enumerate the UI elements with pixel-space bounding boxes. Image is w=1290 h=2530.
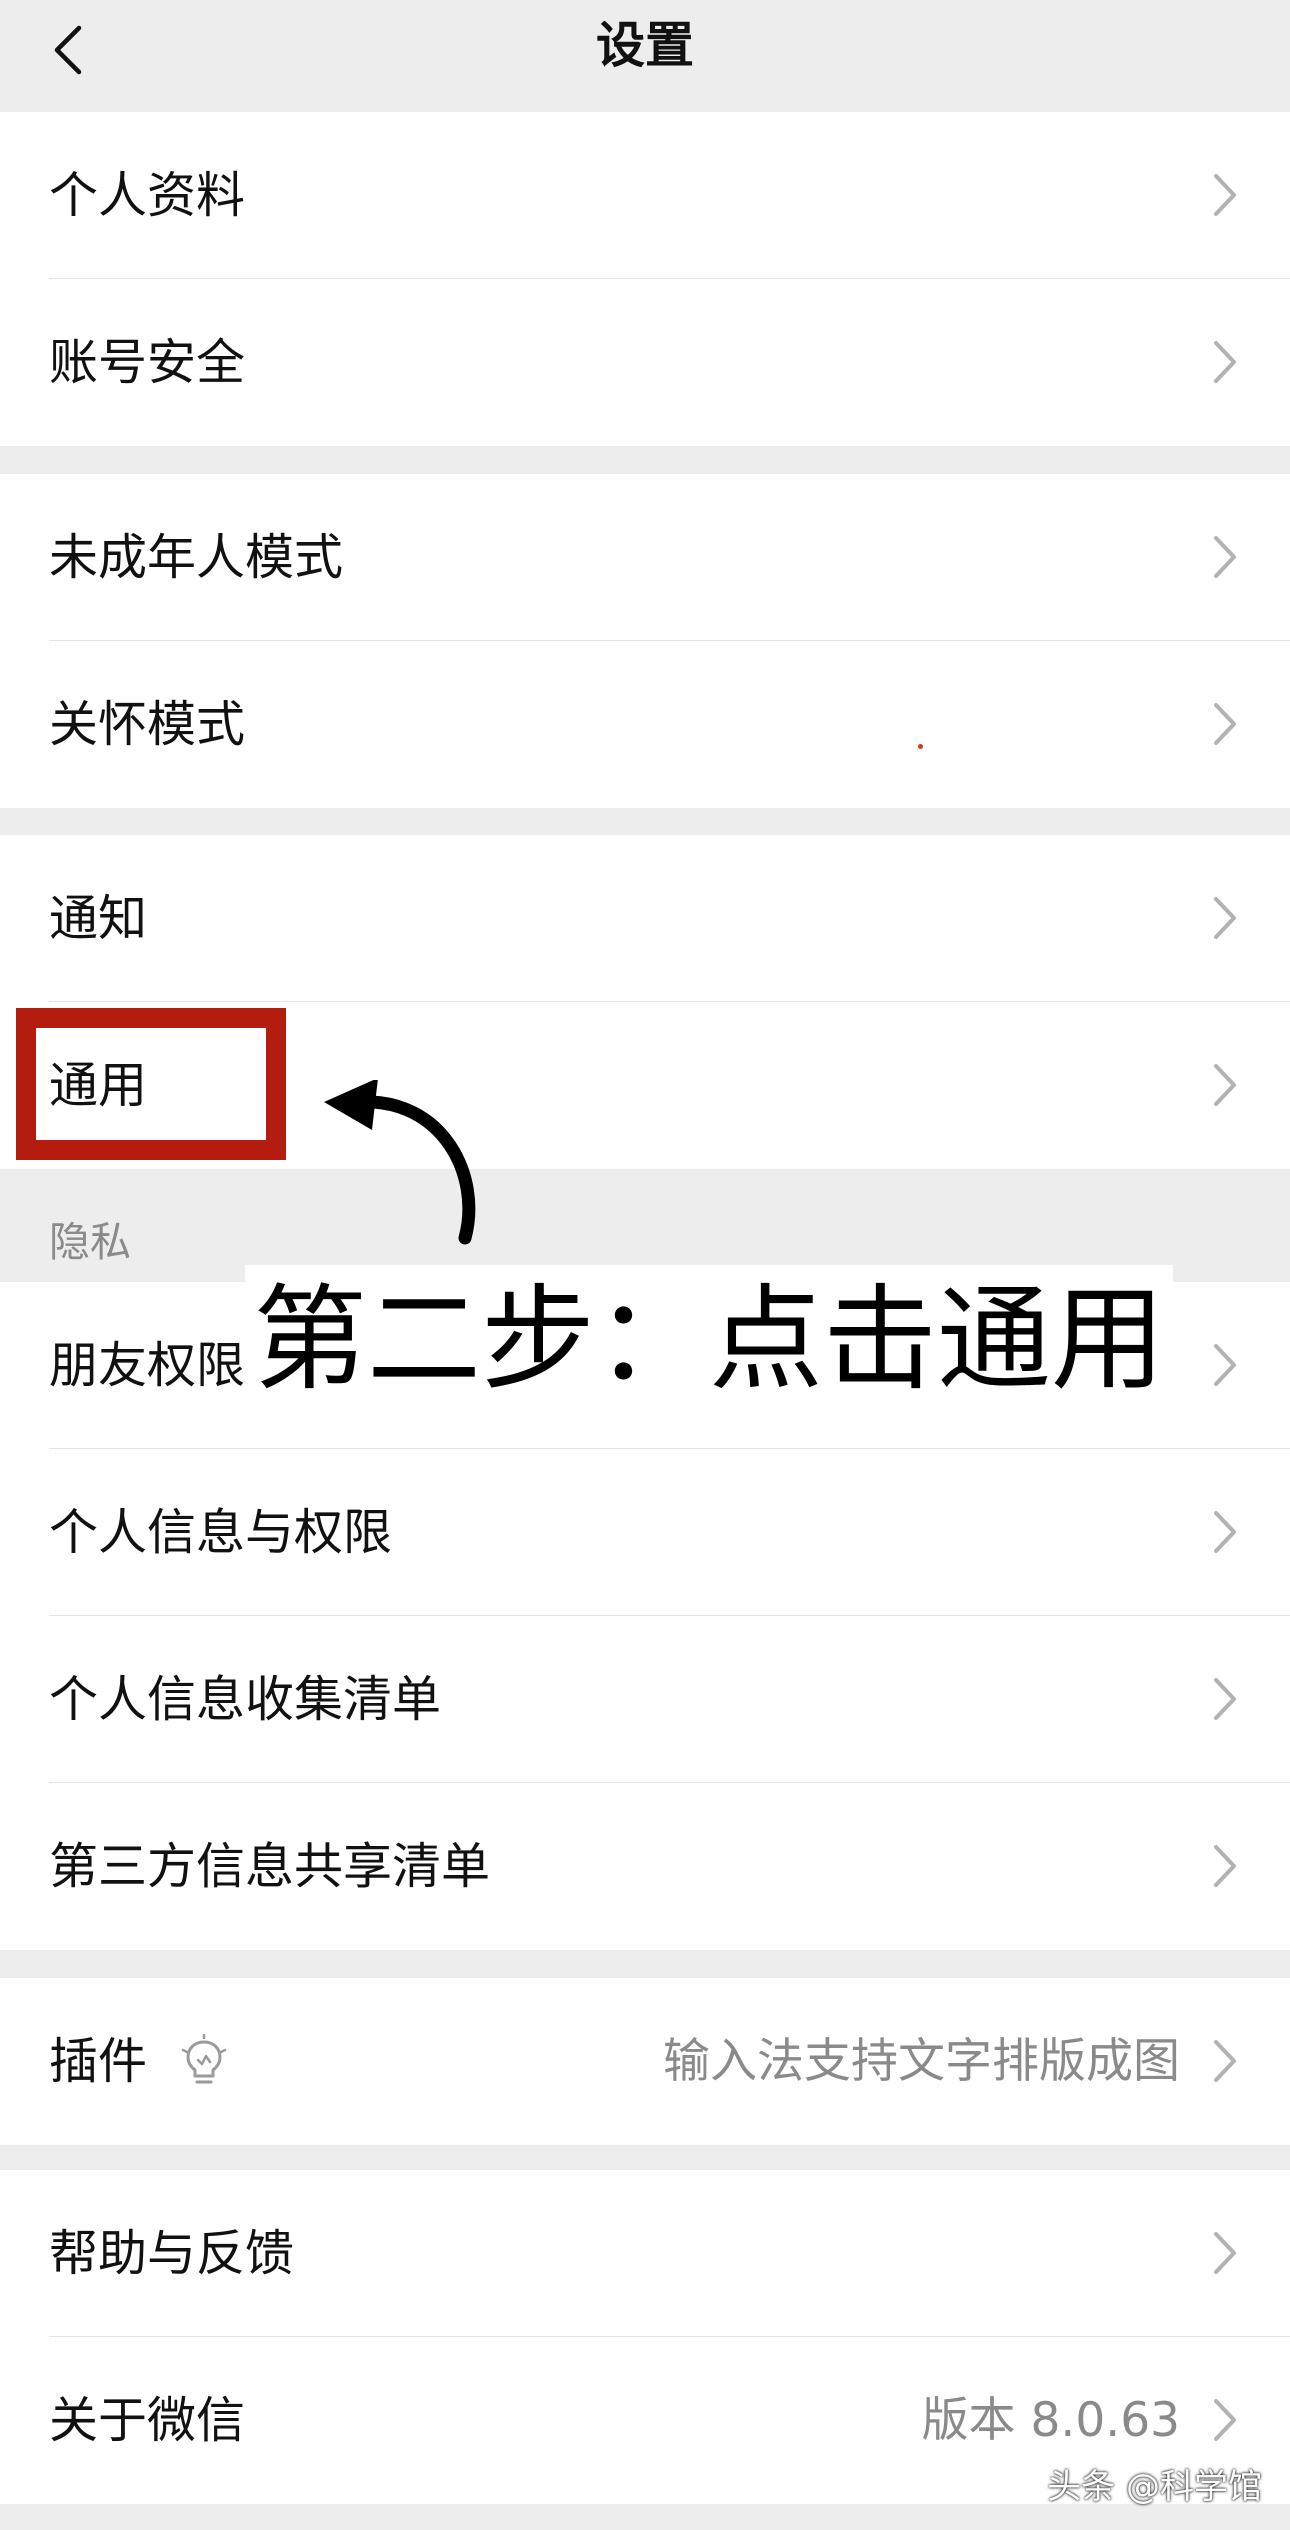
navigation-bar: 设置 [0, 0, 1290, 113]
settings-item-label: 账号安全 [49, 334, 246, 391]
chevron-right-icon [1214, 1845, 1236, 1887]
settings-item-personal-info-permissions[interactable]: 个人信息与权限 [0, 1449, 1290, 1616]
chevron-right-icon [1214, 1511, 1236, 1553]
settings-item-label: 帮助与反馈 [49, 2225, 295, 2282]
plugins-value: 输入法支持文字排版成图 [663, 2034, 1180, 2089]
settings-item-label: 通用 [49, 1057, 148, 1114]
lightbulb-icon [181, 2034, 227, 2084]
chevron-right-icon [1214, 536, 1236, 578]
chevron-right-icon [1214, 1344, 1236, 1386]
settings-item-account-security[interactable]: 账号安全 [0, 279, 1290, 446]
settings-item-label: 个人资料 [49, 167, 246, 224]
chevron-right-icon [1214, 1064, 1236, 1106]
settings-item-plugins[interactable]: 插件 输入法支持文字排版成图 [0, 1978, 1290, 2145]
settings-item-label: 通知 [49, 890, 148, 947]
settings-group-about: 帮助与反馈 关于微信 版本 8.0.63 [0, 2170, 1290, 2504]
settings-item-label: 个人信息与权限 [49, 1504, 393, 1561]
settings-group-account: 个人资料 账号安全 [0, 112, 1290, 446]
settings-item-label: 关于微信 [49, 2392, 246, 2449]
settings-item-third-party-sharing-list[interactable]: 第三方信息共享清单 [0, 1783, 1290, 1950]
chevron-right-icon [1214, 2232, 1236, 2274]
settings-item-notifications[interactable]: 通知 [0, 835, 1290, 1002]
chevron-right-icon [1214, 2399, 1236, 2441]
settings-group-general: 通知 通用 [0, 835, 1290, 1169]
watermark: 头条 @科学馆 [1047, 2467, 1262, 2507]
settings-item-profile[interactable]: 个人资料 [0, 112, 1290, 279]
stray-dot [918, 744, 923, 749]
settings-group-plugins: 插件 输入法支持文字排版成图 [0, 1978, 1290, 2145]
chevron-right-icon [1214, 1678, 1236, 1720]
settings-item-label: 第三方信息共享清单 [49, 1838, 491, 1895]
tutorial-step-text: 第二步：点击通用 [245, 1265, 1174, 1415]
settings-item-care-mode[interactable]: 关怀模式 [0, 641, 1290, 808]
settings-item-label: 关怀模式 [49, 696, 246, 753]
settings-item-info-collection-list[interactable]: 个人信息收集清单 [0, 1616, 1290, 1783]
settings-item-general[interactable]: 通用 [0, 1002, 1290, 1169]
settings-item-minor-mode[interactable]: 未成年人模式 [0, 474, 1290, 641]
chevron-right-icon [1214, 703, 1236, 745]
chevron-right-icon [1214, 341, 1236, 383]
chevron-right-icon [1214, 897, 1236, 939]
chevron-right-icon [1214, 2040, 1236, 2082]
settings-item-label: 朋友权限 [49, 1337, 246, 1394]
settings-item-label: 未成年人模式 [49, 529, 344, 586]
chevron-right-icon [1214, 174, 1236, 216]
settings-item-help-feedback[interactable]: 帮助与反馈 [0, 2170, 1290, 2337]
settings-item-label: 插件 [49, 2033, 148, 2090]
section-header-privacy: 隐私 [49, 1218, 131, 1266]
settings-item-label: 个人信息收集清单 [49, 1671, 442, 1728]
page-title: 设置 [595, 17, 694, 74]
settings-group-modes: 未成年人模式 关怀模式 [0, 474, 1290, 808]
